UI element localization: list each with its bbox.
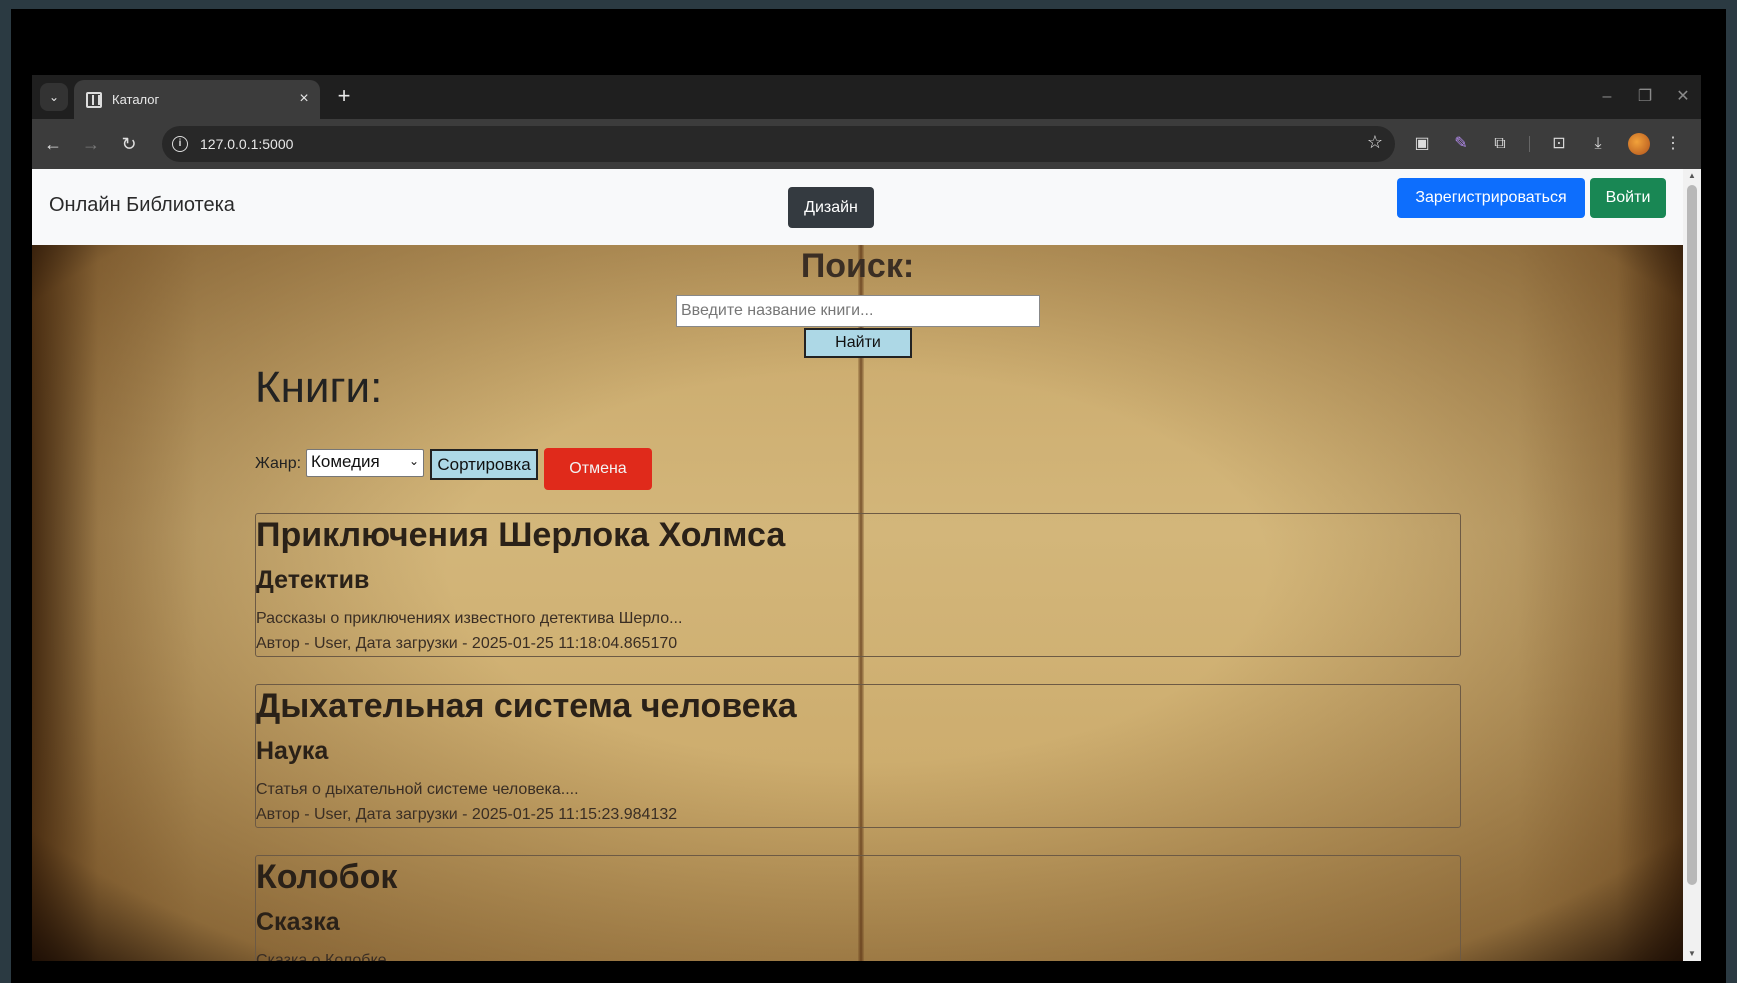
book-description: Сказка о Колобке...	[256, 952, 400, 961]
book-meta: Автор - User, Дата загрузки - 2025-01-25…	[256, 806, 678, 823]
browser-window: ⌄ Каталог × + – ❐ ✕ ← → ↻ i 127.0.0.1:50…	[32, 75, 1701, 961]
search-heading: Поиск:	[800, 247, 915, 285]
book-icon	[86, 92, 102, 108]
book-genre: Наука	[256, 737, 329, 765]
cancel-button[interactable]: Отмена	[544, 448, 652, 490]
book-description: Статья о дыхательной системе человека...…	[256, 781, 579, 798]
tab-strip: ⌄ Каталог × + – ❐ ✕	[32, 75, 1701, 119]
book-card[interactable]: Приключения Шерлока Холмса Детектив Расс…	[255, 513, 1461, 657]
new-tab-button[interactable]: +	[332, 85, 356, 109]
feather-extension-icon[interactable]: ✎	[1448, 131, 1474, 157]
toolbar: ← → ↻ i 127.0.0.1:5000 ☆ ▣ ✎ ⧉ ⊡ ⤓ ⋮	[32, 119, 1701, 169]
page-scrollbar[interactable]: ▲ ▼	[1683, 169, 1701, 961]
more-menu-icon[interactable]: ⋮	[1660, 131, 1686, 157]
restore-button[interactable]: ❐	[1630, 85, 1660, 109]
screen-border-right	[1701, 9, 1726, 983]
screen-border-left	[11, 9, 32, 983]
forward-button[interactable]: →	[78, 131, 104, 157]
scroll-up-arrow-icon[interactable]: ▲	[1687, 171, 1697, 181]
book-meta: Автор - User, Дата загрузки - 2025-01-25…	[256, 635, 678, 652]
chevron-down-icon: ⌄	[408, 454, 419, 468]
toolbar-divider	[1529, 136, 1530, 152]
parchment-background: Поиск: Найти Книги: Жанр: Комедия ⌄ Сорт…	[32, 245, 1683, 961]
profile-avatar[interactable]	[1628, 133, 1650, 155]
site-brand[interactable]: Онлайн Библиотека	[49, 194, 235, 217]
books-heading: Книги:	[255, 363, 383, 412]
book-title[interactable]: Приключения Шерлока Холмса	[256, 516, 785, 555]
site-navbar: Онлайн Библиотека Дизайн Зарегистрироват…	[32, 169, 1683, 245]
book-genre: Детектив	[256, 566, 370, 594]
genre-label: Жанр:	[255, 455, 302, 472]
site-info-icon[interactable]: i	[172, 136, 188, 152]
genre-selected-value: Комедия	[311, 452, 380, 471]
back-button[interactable]: ←	[40, 131, 66, 157]
tab-search-button[interactable]: ⌄	[40, 83, 68, 111]
genre-select[interactable]: Комедия ⌄	[306, 449, 424, 477]
design-button[interactable]: Дизайн	[788, 187, 874, 228]
book-title[interactable]: Дыхательная система человека	[256, 687, 797, 726]
book-description: Рассказы о приключениях известного детек…	[256, 610, 683, 627]
close-icon[interactable]: ×	[294, 89, 314, 109]
tab-capture-icon[interactable]: ▣	[1409, 131, 1435, 157]
cast-icon[interactable]: ⊡	[1546, 131, 1572, 157]
book-genre: Сказка	[256, 908, 340, 936]
screen-border-bottom	[11, 961, 1726, 983]
url-text: 127.0.0.1:5000	[200, 136, 294, 152]
minimize-button[interactable]: –	[1592, 85, 1622, 109]
chevron-down-icon: ⌄	[48, 90, 60, 104]
book-card[interactable]: Дыхательная система человека Наука Стать…	[255, 684, 1461, 828]
extensions-puzzle-icon[interactable]: ⧉	[1487, 131, 1513, 157]
tab-title: Каталог	[112, 92, 160, 107]
page-viewport: Онлайн Библиотека Дизайн Зарегистрироват…	[32, 169, 1701, 961]
download-icon[interactable]: ⤓	[1585, 131, 1611, 157]
search-button[interactable]: Найти	[804, 328, 912, 358]
login-button[interactable]: Войти	[1590, 178, 1666, 218]
sort-button[interactable]: Сортировка	[430, 449, 538, 480]
screen-border-top	[11, 9, 1726, 75]
scrollbar-thumb[interactable]	[1687, 185, 1697, 885]
register-button[interactable]: Зарегистрироваться	[1397, 178, 1585, 218]
book-card[interactable]: Колобок Сказка Сказка о Колобке...	[255, 855, 1461, 961]
address-bar[interactable]: i 127.0.0.1:5000 ☆	[162, 126, 1395, 162]
bookmark-star-icon[interactable]: ☆	[1367, 132, 1383, 153]
reload-button[interactable]: ↻	[116, 131, 142, 157]
close-window-button[interactable]: ✕	[1668, 85, 1698, 109]
search-input[interactable]	[676, 295, 1040, 327]
tab-catalog[interactable]: Каталог ×	[74, 80, 320, 119]
scroll-down-arrow-icon[interactable]: ▼	[1687, 949, 1697, 959]
book-title[interactable]: Колобок	[256, 858, 397, 897]
